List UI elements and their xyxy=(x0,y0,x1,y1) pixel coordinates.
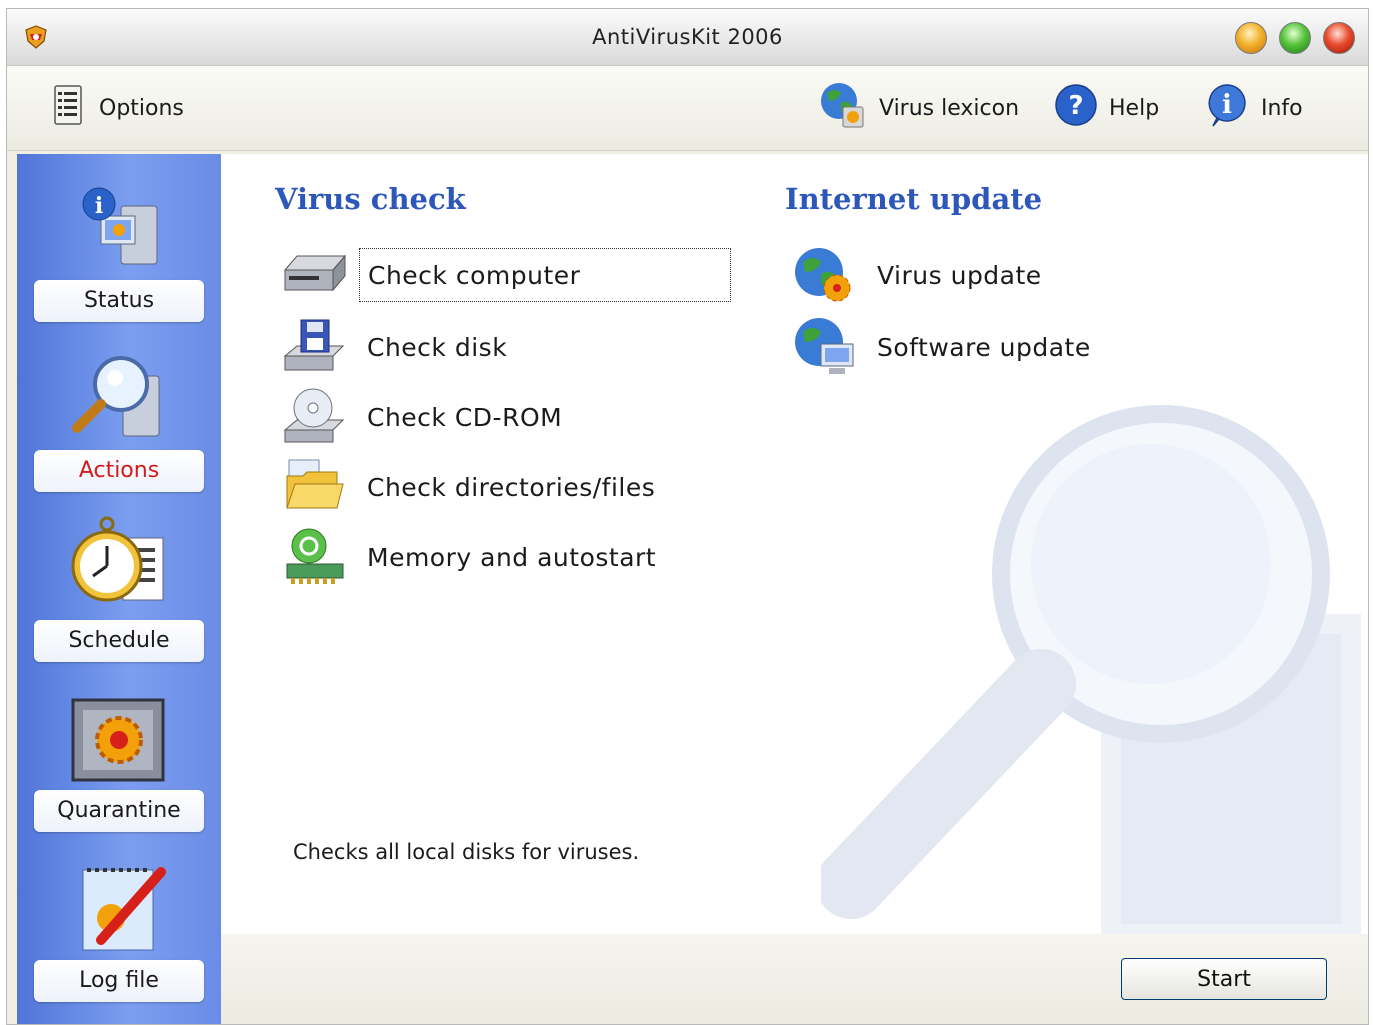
options-list-icon xyxy=(49,82,89,134)
action-description: Checks all local disks for viruses. xyxy=(293,840,640,864)
memory-chip-icon xyxy=(281,526,349,588)
memory-and-autostart-item[interactable]: Memory and autostart xyxy=(281,526,664,588)
check-directories-files-label: Check directories/files xyxy=(367,472,656,502)
svg-text:?: ? xyxy=(1068,91,1083,121)
sidebar-item-actions[interactable]: Actions xyxy=(17,338,221,508)
sidebar-item-label: Actions xyxy=(34,450,204,492)
notepad-pencil-icon xyxy=(65,856,173,956)
globe-computer-icon xyxy=(791,316,859,378)
toolbar: Options Virus lexicon ? Help i Info xyxy=(7,66,1368,151)
main-content: Virus check Check computer Check disk Ch… xyxy=(221,154,1368,934)
globe-virus-icon xyxy=(817,79,869,137)
check-disk-label: Check disk xyxy=(367,332,508,362)
check-cd-rom-label: Check CD-ROM xyxy=(367,402,563,432)
check-cd-rom-item[interactable]: Check CD-ROM xyxy=(281,386,570,448)
sidebar-item-schedule[interactable]: Schedule xyxy=(17,508,221,678)
info-i-icon: i xyxy=(1203,81,1251,135)
check-computer-item[interactable]: Check computer xyxy=(281,244,731,306)
stopwatch-icon xyxy=(65,516,173,616)
virus-update-item[interactable]: Virus update xyxy=(791,244,1050,306)
options-button[interactable]: Options xyxy=(49,84,184,132)
maximize-button[interactable] xyxy=(1279,22,1311,54)
title-bar[interactable]: AntiVirusKit 2006 xyxy=(7,9,1368,66)
sidebar-item-label: Schedule xyxy=(34,620,204,662)
svg-text:i: i xyxy=(1222,90,1232,120)
check-computer-label: Check computer xyxy=(359,248,731,302)
info-button[interactable]: i Info xyxy=(1203,84,1303,132)
virus-check-title: Virus check xyxy=(275,182,466,216)
help-label: Help xyxy=(1109,95,1160,121)
sidebar-item-quarantine[interactable]: Quarantine xyxy=(17,678,221,848)
virus-lexicon-label: Virus lexicon xyxy=(879,95,1020,121)
close-button[interactable] xyxy=(1323,22,1355,54)
sidebar-item-label: Log file xyxy=(34,960,204,1002)
folder-icon xyxy=(281,456,349,518)
minimize-button[interactable] xyxy=(1235,22,1267,54)
software-update-label: Software update xyxy=(877,332,1091,362)
help-button[interactable]: ? Help xyxy=(1053,84,1159,132)
hard-drive-icon xyxy=(281,244,349,306)
magnifier-computer-icon xyxy=(65,346,173,446)
sidebar-item-status[interactable]: i Status xyxy=(17,168,221,338)
globe-virus-icon xyxy=(791,244,859,306)
svg-text:i: i xyxy=(95,193,103,219)
bottom-bar: Start xyxy=(221,934,1368,1024)
sidebar-item-log-file[interactable]: Log file xyxy=(17,848,221,1018)
memory-and-autostart-label: Memory and autostart xyxy=(367,542,657,572)
quarantine-box-icon xyxy=(65,686,173,786)
check-directories-files-item[interactable]: Check directories/files xyxy=(281,456,663,518)
internet-update-title: Internet update xyxy=(785,182,1043,216)
virus-update-label: Virus update xyxy=(877,260,1042,290)
options-label: Options xyxy=(99,95,184,121)
software-update-item[interactable]: Software update xyxy=(791,316,1099,378)
start-button[interactable]: Start xyxy=(1121,958,1327,1000)
floppy-disk-icon xyxy=(281,316,349,378)
info-label: Info xyxy=(1261,95,1303,121)
check-disk-item[interactable]: Check disk xyxy=(281,316,515,378)
sidebar-item-label: Status xyxy=(34,280,204,322)
help-question-icon: ? xyxy=(1053,82,1099,134)
window-title: AntiVirusKit 2006 xyxy=(592,25,783,49)
sidebar: i Status Actions Schedule Quarantine Log… xyxy=(17,154,221,1024)
app-window: AntiVirusKit 2006 Options Virus lexicon … xyxy=(6,8,1369,1025)
sidebar-item-label: Quarantine xyxy=(34,790,204,832)
magnifier-watermark-icon xyxy=(816,384,1368,934)
cd-rom-icon xyxy=(281,386,349,448)
status-icon: i xyxy=(65,176,173,276)
virus-lexicon-button[interactable]: Virus lexicon xyxy=(817,83,1020,132)
